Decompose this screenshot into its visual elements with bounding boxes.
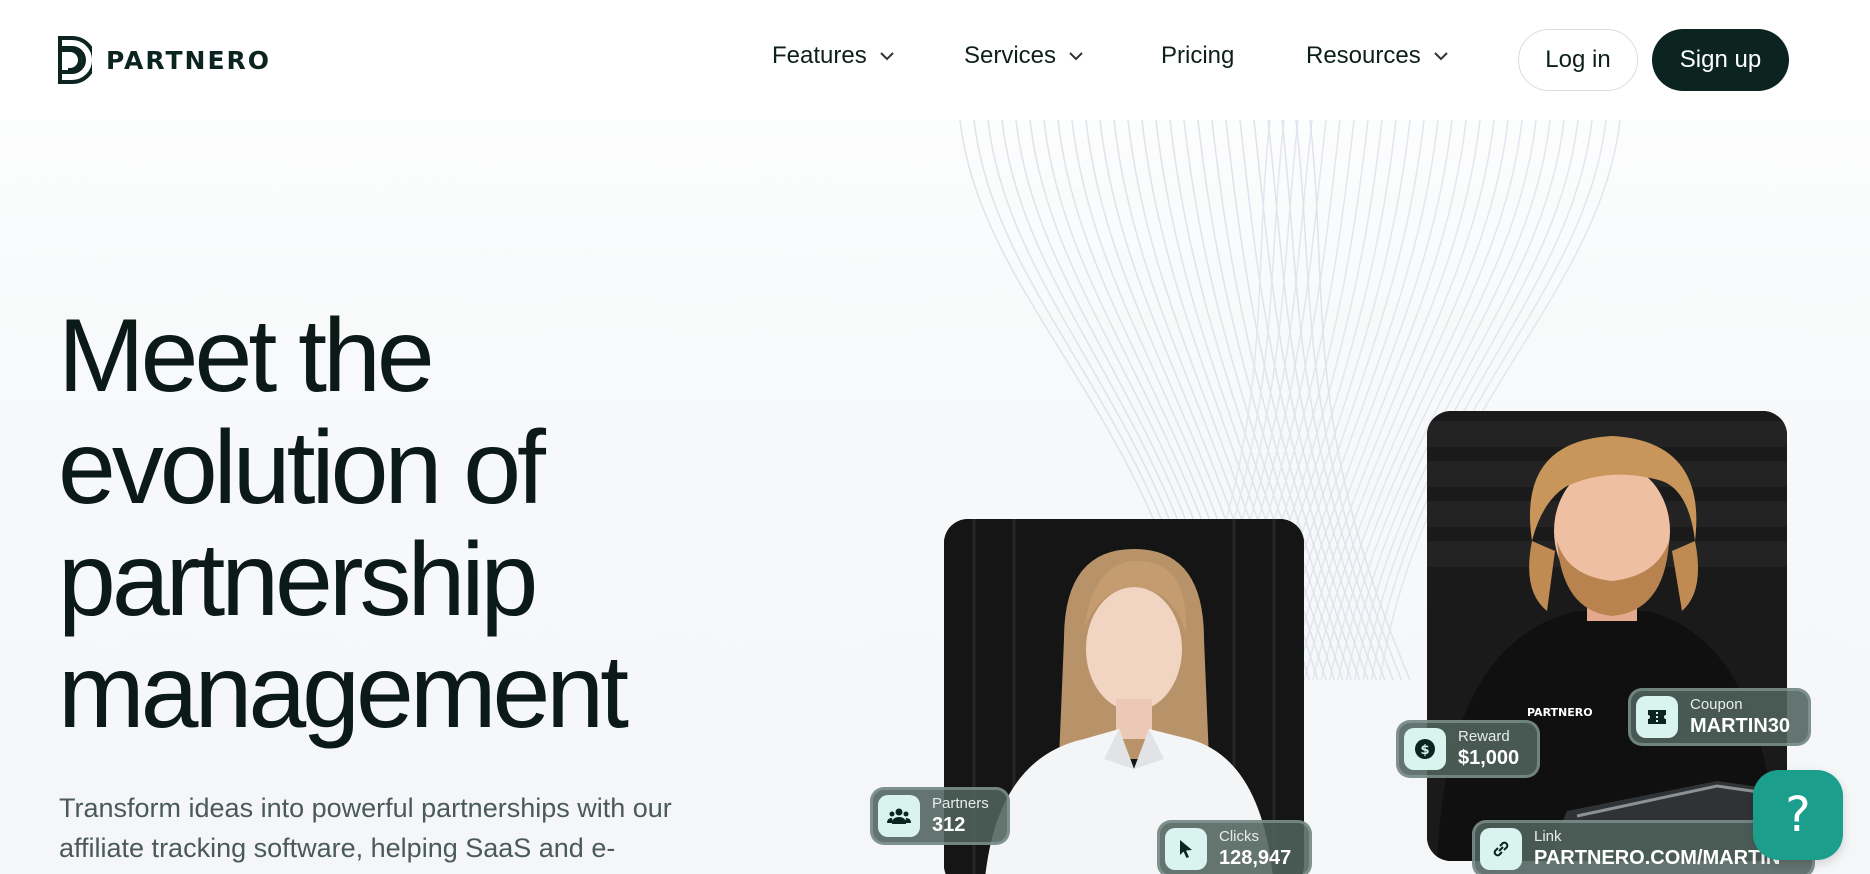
hero-title-line-2: evolution of xyxy=(58,410,546,526)
stat-link-label: Link xyxy=(1534,828,1562,845)
ticket-icon-svg xyxy=(1648,710,1666,724)
hero-title-line-4: management xyxy=(58,634,629,750)
chevron-down-icon xyxy=(1069,52,1083,61)
chevron-down-icon xyxy=(1434,52,1448,61)
stat-coupon-label: Coupon xyxy=(1690,696,1743,713)
stat-card-clicks: Clicks 128,947 xyxy=(1157,820,1313,874)
stat-coupon-value: MARTIN30 xyxy=(1690,715,1791,737)
ticket-icon xyxy=(1636,696,1678,738)
stat-reward-text: Reward $1,000 xyxy=(1458,728,1519,770)
chevron-down-icon xyxy=(880,52,894,61)
partner-photo-man: PARTNERO xyxy=(1427,411,1787,861)
login-button[interactable]: Log in xyxy=(1518,29,1638,91)
stat-coupon-text: Coupon MARTIN30 xyxy=(1690,696,1790,738)
stat-partners-label: Partners xyxy=(932,795,989,812)
hero-subtitle-line-2: affiliate tracking software, helping Saa… xyxy=(59,833,616,863)
nav-pricing-label: Pricing xyxy=(1161,42,1235,69)
stat-clicks-value: 128,947 xyxy=(1219,847,1292,869)
link-icon-svg xyxy=(1493,841,1509,857)
stat-link-value: PARTNERO.COM/MARTIN xyxy=(1534,847,1781,869)
dollar-icon: $ xyxy=(1404,728,1446,770)
nav-services-label: Services xyxy=(964,42,1057,69)
link-icon xyxy=(1480,828,1522,870)
stat-partners-value: 312 xyxy=(932,814,966,836)
nav-pricing[interactable]: Pricing xyxy=(1161,42,1234,70)
stat-card-partners: Partners 312 xyxy=(870,787,1010,845)
users-icon-svg xyxy=(887,808,911,824)
nav-resources[interactable]: Resources xyxy=(1306,42,1449,70)
users-icon xyxy=(878,795,920,837)
hero-title-line-1: Meet the xyxy=(58,298,435,414)
brand-logo[interactable]: PARTNERO xyxy=(58,36,271,84)
cursor-icon-svg xyxy=(1180,840,1192,858)
hero-title-line-3: partnership xyxy=(58,522,538,638)
stat-reward-value: $1,000 xyxy=(1458,747,1520,769)
nav-resources-label: Resources xyxy=(1306,42,1421,69)
stat-reward-label: Reward xyxy=(1458,728,1510,745)
site-header: PARTNERO Features Services Pricing Resou… xyxy=(0,0,1870,120)
help-button[interactable]: ? xyxy=(1753,770,1843,860)
brand-name: PARTNERO xyxy=(106,45,272,75)
hero-subtitle-line-1: Transform ideas into powerful partnershi… xyxy=(59,793,672,823)
nav-features[interactable]: Features xyxy=(772,42,895,70)
signup-button[interactable]: Sign up xyxy=(1652,29,1789,91)
stat-partners-text: Partners 312 xyxy=(932,795,989,837)
partnero-logo-icon xyxy=(58,36,92,84)
stat-card-reward: $ Reward $1,000 xyxy=(1396,720,1541,778)
man-illustration: PARTNERO xyxy=(1427,411,1787,861)
hero-subtitle: Transform ideas into powerful partnershi… xyxy=(59,788,759,868)
nav-services[interactable]: Services xyxy=(964,42,1084,70)
stat-link-text: Link PARTNERO.COM/MARTIN xyxy=(1534,828,1780,870)
stat-card-coupon: Coupon MARTIN30 xyxy=(1628,688,1812,746)
hero-title: Meet the evolution of partnership manage… xyxy=(58,300,858,748)
nav-features-label: Features xyxy=(772,42,867,69)
stat-clicks-text: Clicks 128,947 xyxy=(1219,828,1291,870)
shirt-logo-text: PARTNERO xyxy=(1527,706,1593,719)
dollar-icon-svg: $ xyxy=(1415,739,1435,759)
svg-text:$: $ xyxy=(1420,743,1429,758)
cursor-icon xyxy=(1165,828,1207,870)
stat-clicks-label: Clicks xyxy=(1219,828,1259,845)
